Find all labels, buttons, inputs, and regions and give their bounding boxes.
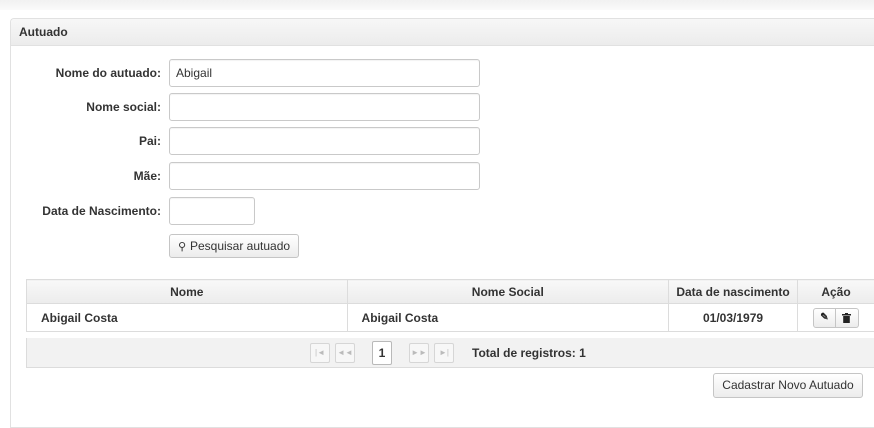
cell-acao: ✎: [797, 304, 874, 332]
trash-icon: [842, 313, 851, 323]
column-header-nome[interactable]: Nome: [27, 280, 348, 304]
pai-input[interactable]: [169, 127, 480, 155]
prev-page-button[interactable]: ◄◄: [335, 343, 355, 363]
column-header-data-nascimento[interactable]: Data de nascimento: [669, 280, 798, 304]
nome-input[interactable]: [169, 59, 480, 87]
nome-social-input[interactable]: [169, 93, 480, 121]
nome-row: Nome do autuado:: [11, 59, 511, 87]
cell-nome: Abigail Costa: [27, 304, 348, 332]
search-button-label: Pesquisar autuado: [190, 239, 290, 253]
cell-data-nascimento: 01/03/1979: [669, 304, 798, 332]
total-records: Total de registros: 1: [472, 338, 586, 368]
pencil-icon: ✎: [820, 312, 828, 323]
nascimento-input[interactable]: [169, 197, 255, 225]
mae-input[interactable]: [169, 162, 480, 190]
paginator: |◄ ◄◄ 1 ►► ►| Total de registros: 1: [26, 338, 874, 368]
page-number-button[interactable]: 1: [372, 341, 392, 365]
cell-nome-social: Abigail Costa: [347, 304, 669, 332]
table-row[interactable]: Abigail Costa Abigail Costa 01/03/1979 ✎: [27, 304, 874, 332]
table-header-row: Nome Nome Social Data de nascimento Ação: [27, 280, 874, 304]
pai-label: Pai:: [139, 127, 161, 155]
last-page-button[interactable]: ►|: [434, 343, 454, 363]
edit-button[interactable]: ✎: [813, 308, 836, 328]
column-header-nome-social[interactable]: Nome Social: [347, 280, 669, 304]
search-button[interactable]: ⚲ Pesquisar autuado: [169, 234, 299, 258]
nascimento-row: Data de Nascimento:: [11, 197, 511, 225]
search-icon: ⚲: [178, 236, 186, 258]
top-bar-shadow: [0, 0, 874, 10]
results-table: Nome Nome Social Data de nascimento Ação…: [26, 279, 874, 332]
add-autuado-button[interactable]: Cadastrar Novo Autuado: [713, 373, 863, 398]
next-page-button[interactable]: ►►: [409, 343, 429, 363]
autuado-panel: Autuado Nome do autuado: Nome social: Pa…: [10, 18, 874, 428]
nome-label: Nome do autuado:: [56, 59, 161, 87]
delete-button[interactable]: [836, 308, 859, 328]
pai-row: Pai:: [11, 127, 511, 155]
mae-label: Mãe:: [134, 162, 161, 190]
row-actions: ✎: [812, 308, 860, 328]
nome-social-row: Nome social:: [11, 93, 511, 121]
panel-title: Autuado: [11, 19, 874, 46]
nome-social-label: Nome social:: [86, 93, 161, 121]
nascimento-label: Data de Nascimento:: [42, 197, 161, 225]
column-header-acao: Ação: [797, 280, 874, 304]
first-page-button[interactable]: |◄: [310, 343, 330, 363]
mae-row: Mãe:: [11, 162, 511, 190]
